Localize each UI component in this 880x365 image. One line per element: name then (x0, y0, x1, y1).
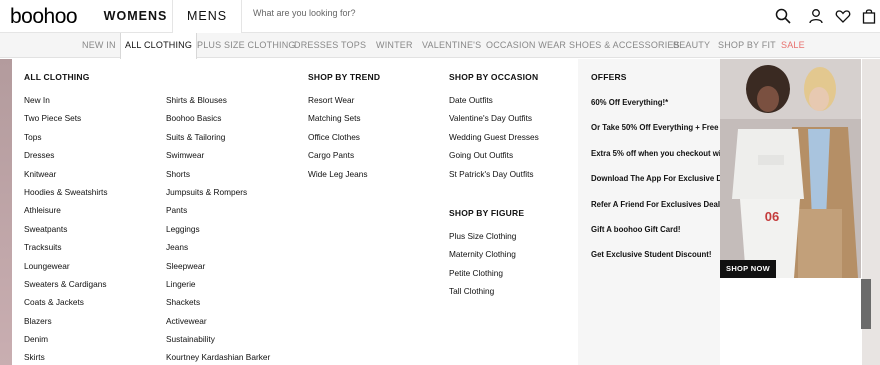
menu-link[interactable]: Wedding Guest Dresses (449, 131, 539, 149)
menu-link[interactable]: Leggings (166, 223, 270, 241)
scrollbar-thumb[interactable] (861, 279, 871, 329)
menu-link[interactable]: Matching Sets (308, 112, 380, 130)
category-nav: NEW IN ALL CLOTHING PLUS SIZE CLOTHING D… (0, 33, 880, 59)
category-plus-size[interactable]: PLUS SIZE CLOTHING (197, 33, 296, 58)
menu-link[interactable]: Going Out Outfits (449, 149, 539, 167)
boohoo-logo[interactable]: boohoo (10, 5, 78, 29)
offer-link[interactable]: Gift A boohoo Gift Card! (591, 224, 721, 242)
offers-panel: OFFERS 60% Off Everything!* Or Take 50% O… (578, 59, 824, 365)
column-title: ALL CLOTHING (24, 72, 90, 82)
category-winter[interactable]: WINTER (376, 33, 413, 58)
menu-link[interactable]: Sweatpants (24, 223, 107, 241)
category-beauty[interactable]: BEAUTY (673, 33, 710, 58)
menu-link[interactable]: St Patrick's Day Outfits (449, 168, 539, 186)
menu-link[interactable]: Date Outfits (449, 94, 539, 112)
menu-link[interactable]: Cargo Pants (308, 149, 380, 167)
category-dresses[interactable]: DRESSES (294, 33, 338, 58)
menu-link[interactable]: Valentine's Day Outfits (449, 112, 539, 130)
offer-link[interactable]: Get Exclusive Student Discount! (591, 249, 721, 267)
menu-link[interactable]: Pants (166, 204, 270, 222)
menu-link[interactable]: Shackets (166, 296, 270, 314)
search-input[interactable] (253, 8, 653, 18)
column-shop-by-figure: SHOP BY FIGURE Plus Size Clothing Materni… (449, 207, 524, 304)
column-title: SHOP BY FIGURE (449, 208, 525, 218)
column-shop-by-occasion: SHOP BY OCCASION Date Outfits Valentine's… (449, 71, 539, 186)
menu-link[interactable]: Tall Clothing (449, 285, 524, 303)
jogger-print: 06 (765, 209, 779, 224)
menu-link[interactable]: Skirts (24, 351, 107, 365)
search-bar (243, 0, 803, 33)
bag-icon[interactable] (861, 8, 877, 24)
promo-image[interactable]: 06 SHOP NOW (720, 59, 861, 278)
menu-link[interactable]: Petite Clothing (449, 267, 524, 285)
offer-link[interactable]: 60% Off Everything!* (591, 97, 721, 115)
menu-link[interactable]: Dresses (24, 149, 107, 167)
category-tops[interactable]: TOPS (341, 33, 366, 58)
menu-link[interactable]: Jeans (166, 241, 270, 259)
menu-link[interactable]: Sweaters & Cardigans (24, 278, 107, 296)
menu-link[interactable]: Blazers (24, 315, 107, 333)
menu-link[interactable]: Office Clothes (308, 131, 380, 149)
menu-link[interactable]: Plus Size Clothing (449, 230, 524, 248)
category-sale[interactable]: SALE (781, 33, 805, 58)
menu-link[interactable]: Sleepwear (166, 260, 270, 278)
shop-now-button[interactable]: SHOP NOW (720, 260, 776, 278)
column-title: OFFERS (591, 72, 627, 82)
offer-link[interactable]: Extra 5% off when you checkout with Klar… (591, 148, 757, 166)
account-icon[interactable] (808, 8, 824, 24)
menu-link[interactable]: Tops (24, 131, 107, 149)
models-photo: 06 (720, 59, 861, 278)
menu-link[interactable]: Sustainability (166, 333, 270, 351)
menu-link[interactable]: Suits & Tailoring (166, 131, 270, 149)
menu-link[interactable]: Resort Wear (308, 94, 380, 112)
menu-link[interactable]: Hoodies & Sweatshirts (24, 186, 107, 204)
menu-link[interactable]: Tracksuits (24, 241, 107, 259)
column-offers: OFFERS 60% Off Everything!* Or Take 50% O… (591, 71, 824, 275)
menu-link[interactable]: Shorts (166, 168, 270, 186)
menu-link[interactable]: New In (24, 94, 107, 112)
offer-link[interactable]: Refer A Friend For Exclusives Deals! (591, 199, 727, 217)
page-background-left (0, 59, 12, 365)
promo-spacer (720, 278, 861, 365)
search-icon[interactable] (775, 8, 791, 24)
tab-womens[interactable]: WOMENS (99, 0, 172, 33)
column-shop-by-trend: SHOP BY TREND Resort Wear Matching Sets Of… (308, 71, 380, 186)
offer-link[interactable]: Download The App For Exclusive Discounts… (591, 173, 757, 191)
menu-link[interactable]: Shirts & Blouses (166, 94, 270, 112)
column-title: SHOP BY OCCASION (449, 72, 539, 82)
category-new-in[interactable]: NEW IN (82, 33, 116, 58)
category-shop-by-fit[interactable]: SHOP BY FIT (718, 33, 776, 58)
menu-link[interactable]: Athleisure (24, 204, 107, 222)
menu-link[interactable]: Jumpsuits & Rompers (166, 186, 270, 204)
menu-link[interactable]: Kourtney Kardashian Barker (166, 351, 270, 365)
mega-menu: ALL CLOTHING New In Two Piece Sets Tops Dre… (12, 59, 578, 365)
menu-link[interactable]: Boohoo Basics (166, 112, 270, 130)
column-title: SHOP BY TREND (308, 72, 381, 82)
offer-link[interactable]: Or Take 50% Off Everything + Free Shippi… (591, 122, 824, 140)
menu-link[interactable]: Wide Leg Jeans (308, 168, 380, 186)
menu-link[interactable]: Coats & Jackets (24, 296, 107, 314)
menu-link[interactable]: Maternity Clothing (449, 248, 524, 266)
menu-link[interactable]: Lingerie (166, 278, 270, 296)
menu-link[interactable]: Two Piece Sets (24, 112, 107, 130)
menu-link[interactable]: Denim (24, 333, 107, 351)
column-all-clothing-2: Shirts & Blouses Boohoo Basics Suits & Tai… (166, 94, 270, 365)
category-all-clothing[interactable]: ALL CLOTHING (120, 33, 198, 59)
tab-mens[interactable]: MENS (172, 0, 242, 33)
category-shoes-accessories[interactable]: SHOES & ACCESSORIES (569, 33, 680, 58)
site-header: boohoo WOMENS MENS (0, 0, 880, 33)
category-occasion-wear[interactable]: OCCASION WEAR (486, 33, 566, 58)
menu-link[interactable]: Swimwear (166, 149, 270, 167)
wishlist-heart-icon[interactable] (835, 8, 851, 24)
menu-link[interactable]: Loungewear (24, 260, 107, 278)
column-all-clothing: ALL CLOTHING New In Two Piece Sets Tops Dre… (24, 71, 107, 365)
category-valentines[interactable]: VALENTINE'S (422, 33, 481, 58)
menu-link[interactable]: Activewear (166, 315, 270, 333)
menu-link[interactable]: Knitwear (24, 168, 107, 186)
